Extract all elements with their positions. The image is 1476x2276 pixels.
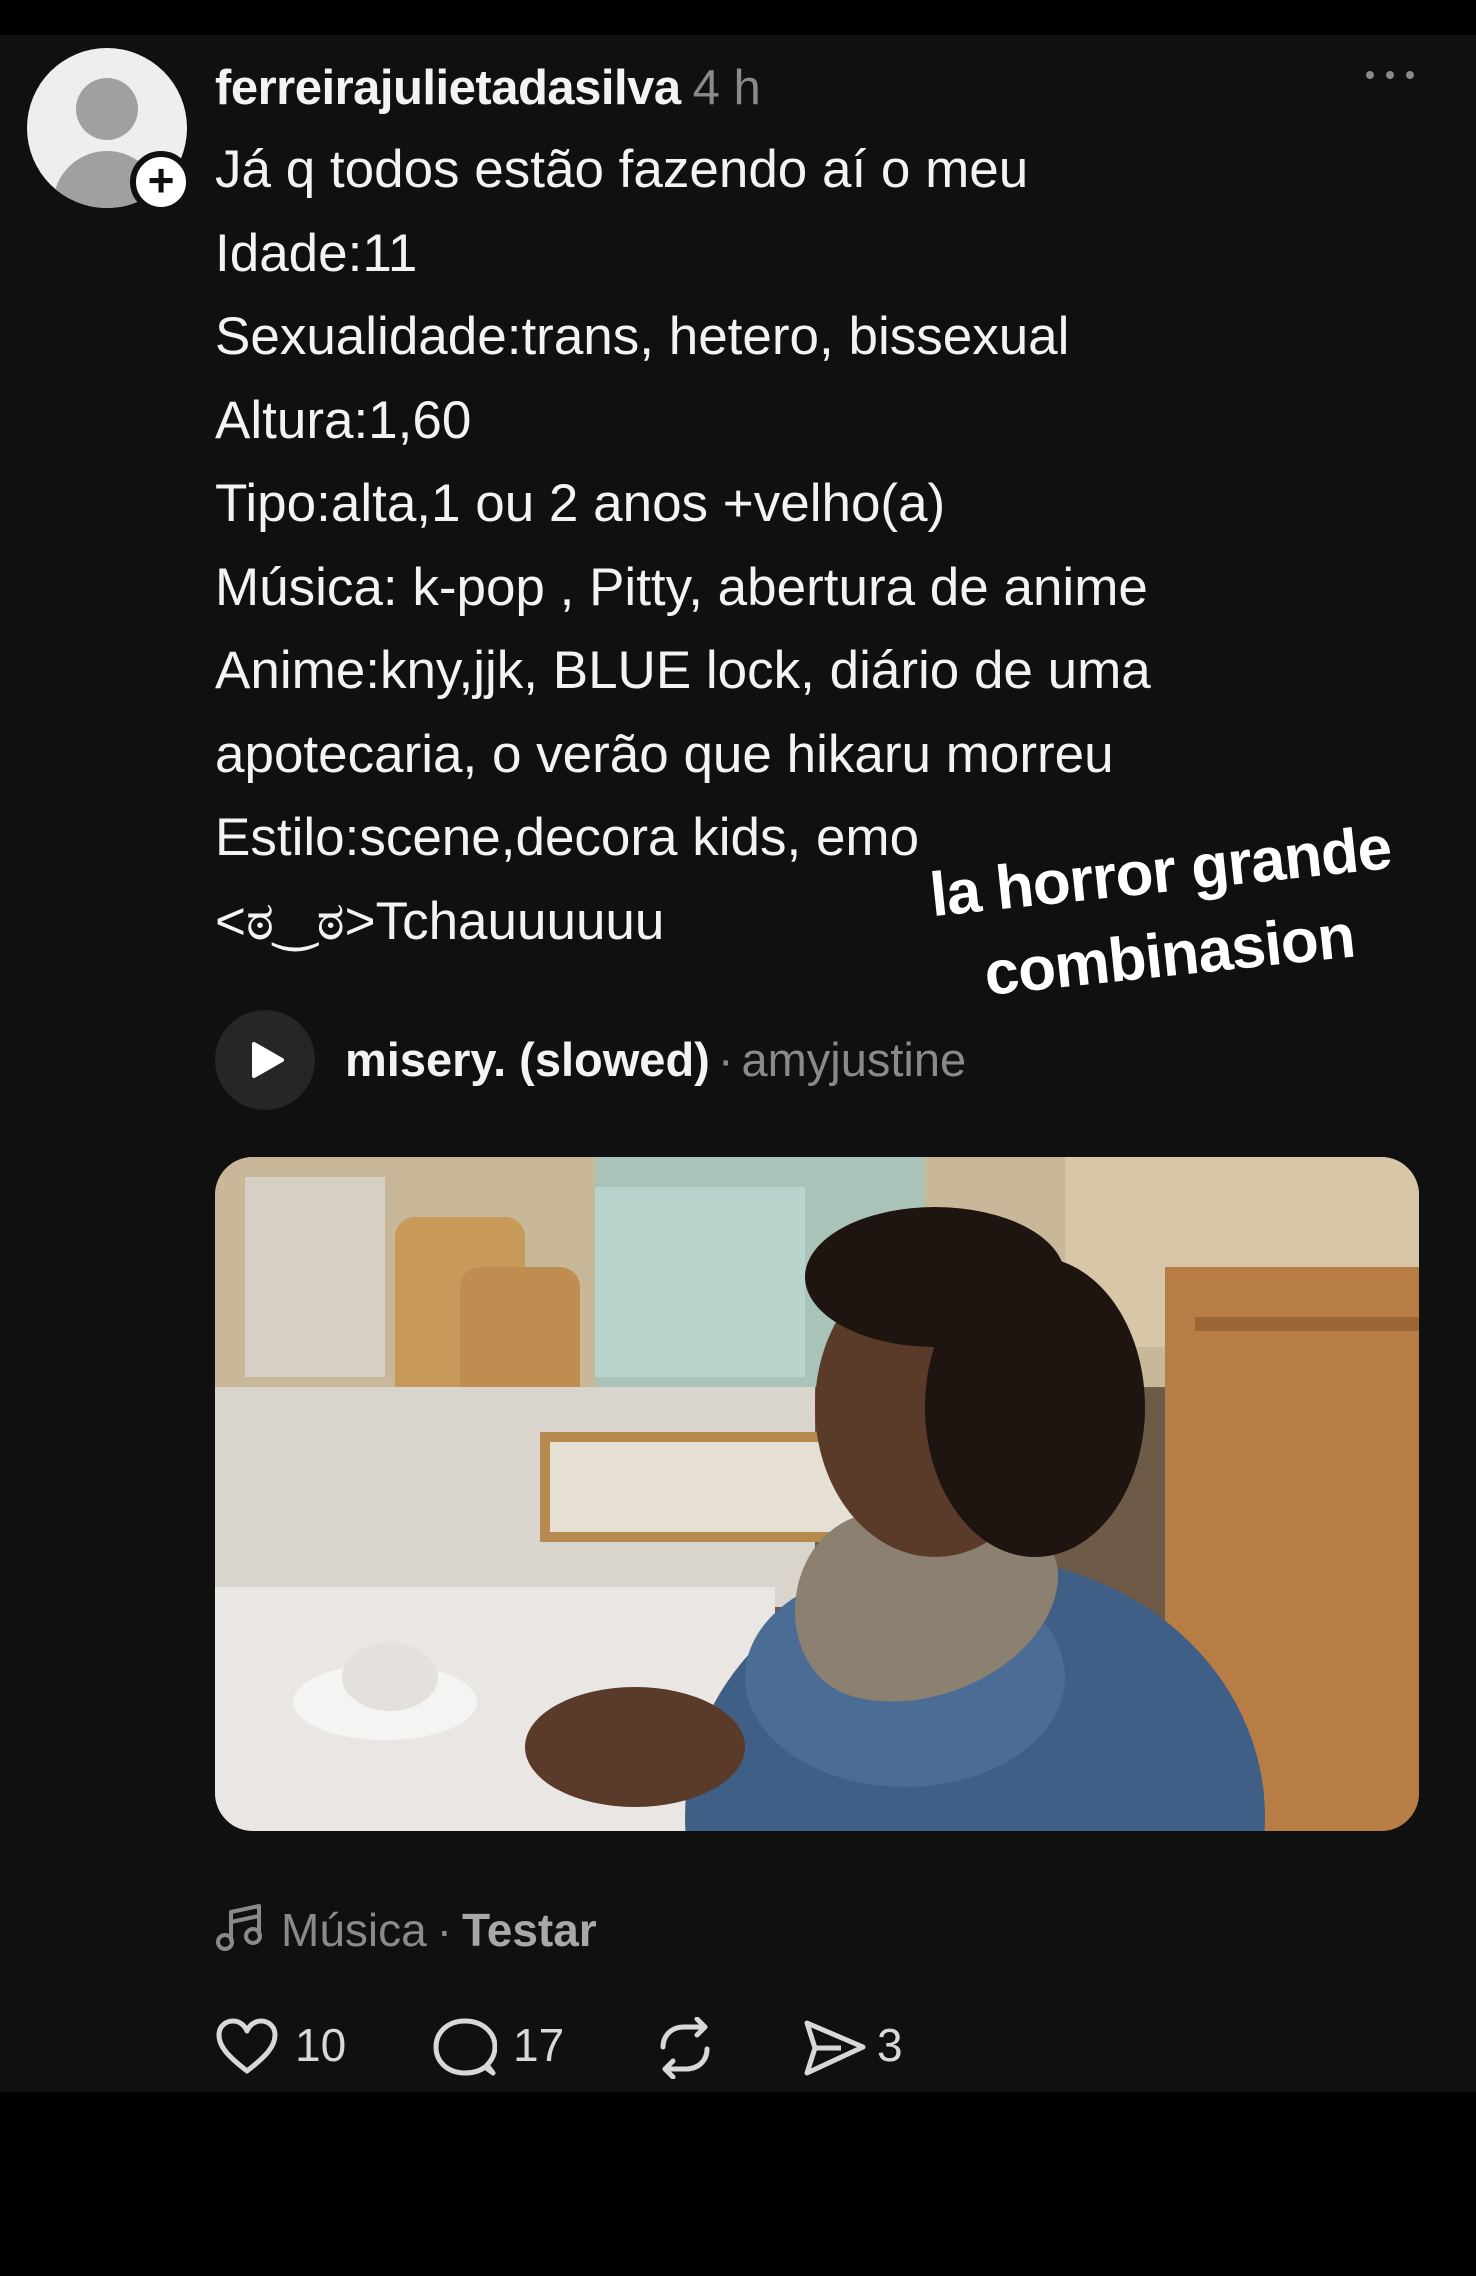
post-text-line: apotecaria, o verão que hikaru morreu (215, 724, 1114, 784)
music-artist[interactable]: amyjustine (741, 1033, 966, 1086)
post-text-line: Tipo:alta,1 ou 2 anos +velho(a) (215, 474, 946, 533)
post-text-line: Sexualidade:trans, hetero, bissexual (215, 307, 1070, 366)
music-credit-label: Música (281, 1904, 427, 1956)
follow-plus-button[interactable]: + (130, 151, 192, 213)
more-options-icon-dot (1406, 71, 1414, 79)
post-photo-image (215, 1157, 1419, 1831)
music-separator: · (717, 1033, 734, 1086)
music-note-icon (216, 1904, 262, 1951)
music-credit[interactable]: Música · Testar (215, 1895, 597, 1965)
repost-icon (660, 2017, 710, 2079)
heart-icon (216, 2018, 278, 2074)
comment-icon (433, 2018, 497, 2076)
post-text-line: Anime:kny,jjk, BLUE lock, diário de uma (215, 641, 1151, 700)
post-text-line: Altura:1,60 (215, 390, 472, 450)
post-card: + ferreirajulietadasilva 4 h Já q todos e… (0, 35, 1476, 2092)
play-button[interactable] (215, 1010, 315, 1110)
play-icon (252, 1042, 284, 1078)
more-options-icon (1366, 71, 1374, 79)
music-credit-separator: · (436, 1904, 453, 1956)
music-try-button[interactable]: Testar (462, 1904, 597, 1956)
more-options-icon-dot (1386, 71, 1394, 79)
send-icon (804, 2020, 866, 2076)
post-timestamp: 4 h (692, 61, 761, 115)
post-text-line: Idade:11 (215, 223, 418, 283)
more-options-button[interactable] (1360, 49, 1420, 99)
author-row: ferreirajulietadasilva 4 h (215, 53, 761, 123)
share-count: 3 (877, 2019, 903, 2071)
author-username[interactable]: ferreirajulietadasilva (215, 61, 681, 115)
music-title: misery. (slowed) (345, 1033, 710, 1086)
plus-icon: + (147, 154, 175, 206)
comment-count: 17 (513, 2019, 565, 2071)
default-avatar-icon (76, 78, 138, 140)
post-text-line: Música: k-pop , Pitty, abertura de anime (215, 557, 1148, 617)
music-title-row: misery. (slowed) · amyjustine (345, 1010, 966, 1110)
post-text-line: Já q todos estão fazendo aí o meu (215, 140, 1029, 199)
post-photo[interactable] (215, 1157, 1419, 1831)
like-count: 10 (295, 2019, 347, 2071)
